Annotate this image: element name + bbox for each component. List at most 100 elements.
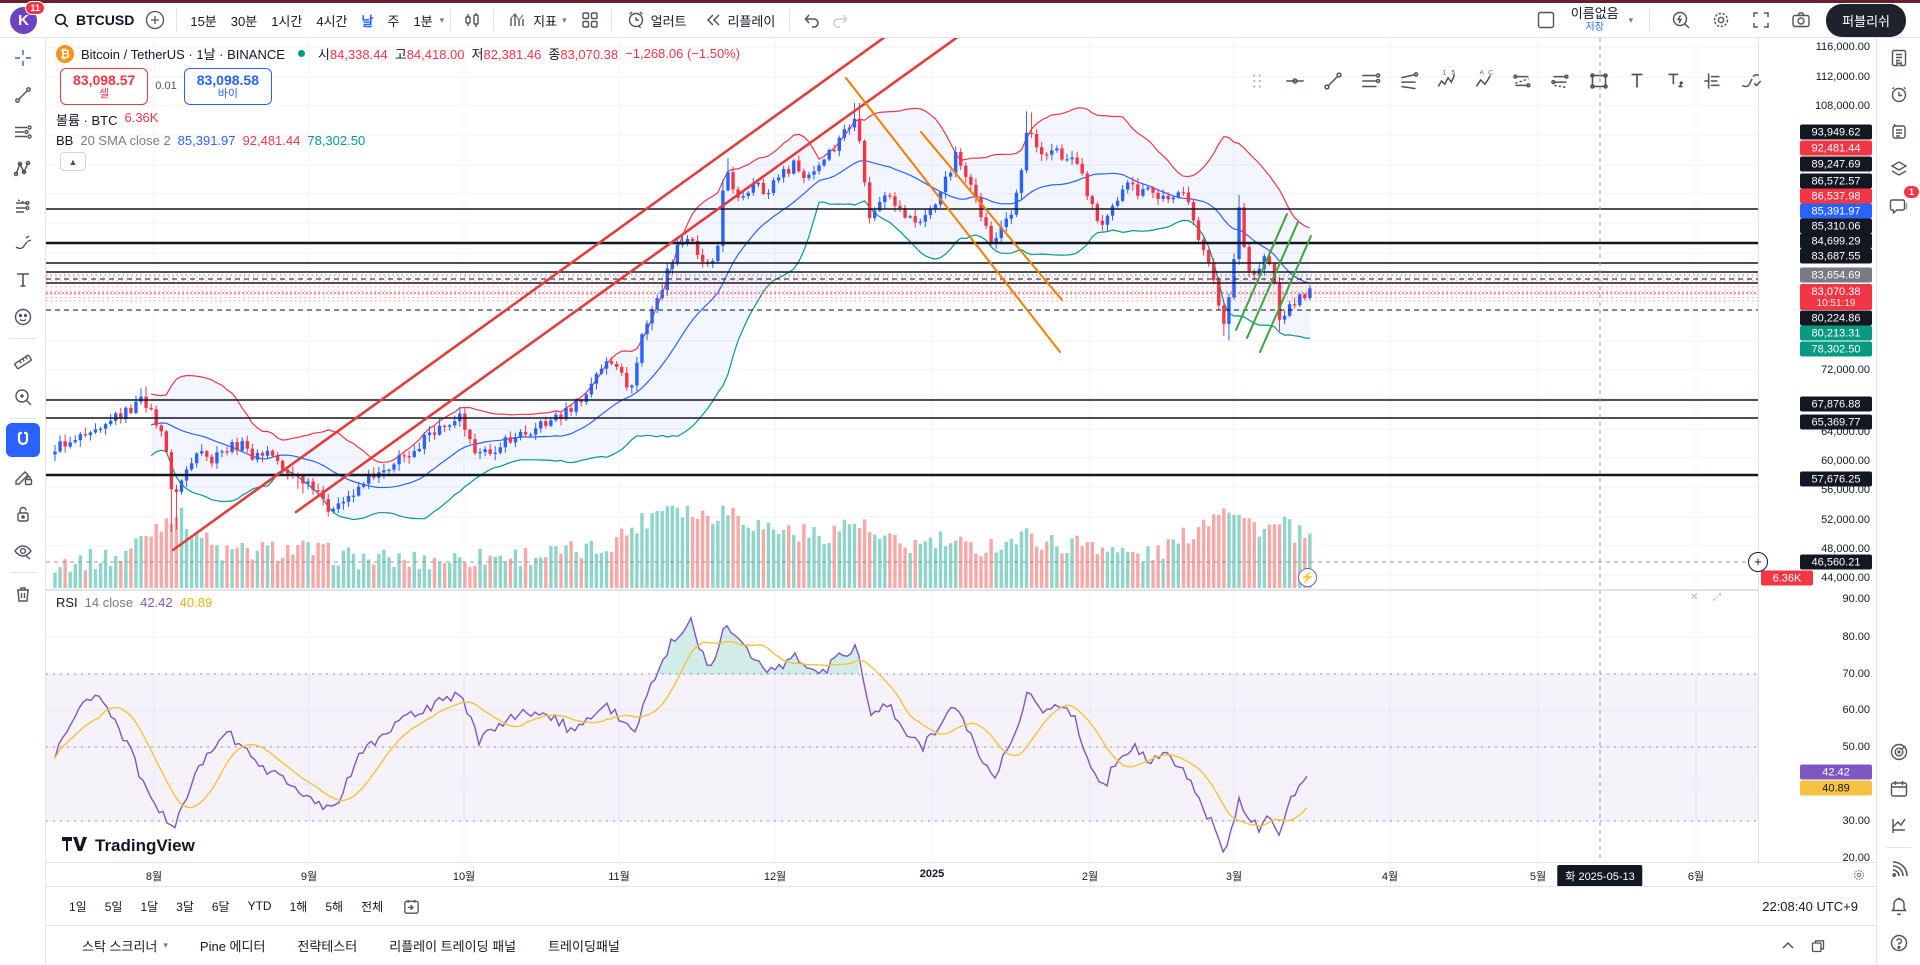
- draw-lock-tool-icon[interactable]: [6, 460, 40, 494]
- price-label[interactable]: 85,391.97: [1800, 203, 1872, 219]
- text-tool-icon[interactable]: [6, 263, 40, 297]
- trend-line-tool[interactable]: [1316, 64, 1350, 98]
- price-label[interactable]: 80,224.86: [1800, 310, 1872, 326]
- interval-1시간[interactable]: 1시간: [264, 11, 309, 30]
- user-avatar[interactable]: K 11: [10, 0, 45, 34]
- price-label[interactable]: 80,213.31: [1800, 325, 1872, 341]
- range-1일[interactable]: 1일: [60, 894, 96, 919]
- interval-1분[interactable]: 1분: [406, 11, 439, 30]
- xabcd-pattern-tool-icon[interactable]: [6, 152, 40, 186]
- rectangle-tool[interactable]: [1582, 64, 1616, 98]
- price-label[interactable]: 65,369.77: [1800, 414, 1872, 430]
- measure-tool-icon[interactable]: [6, 343, 40, 377]
- interval-30분[interactable]: 30분: [224, 11, 264, 30]
- range-1달[interactable]: 1달: [131, 894, 167, 919]
- help-icon[interactable]: [1882, 926, 1916, 960]
- remove-drawings-tool-icon[interactable]: [6, 577, 40, 611]
- legend-collapse-button[interactable]: ▲: [60, 152, 86, 171]
- compare-add-button[interactable]: [140, 5, 170, 35]
- buy-button[interactable]: 83,098.58 바이: [183, 68, 273, 105]
- price-label[interactable]: 6.36K: [1761, 570, 1813, 586]
- price-axis[interactable]: 116,000.00 112,000.00 108,000.00 72,000.00 6…: [1748, 38, 1876, 864]
- clock-utc[interactable]: 22:08:40 UTC+9: [1762, 899, 1876, 914]
- price-label[interactable]: 40.89: [1800, 780, 1872, 796]
- redo-button[interactable]: [826, 5, 856, 35]
- object-tree-icon[interactable]: [1882, 152, 1916, 186]
- range-전체[interactable]: 전체: [352, 894, 392, 919]
- price-label[interactable]: 42.42: [1800, 764, 1872, 780]
- range-YTD[interactable]: YTD: [239, 895, 281, 917]
- interval-dropdown-arrow[interactable]: ▾: [440, 15, 445, 26]
- indicators-dropdown-arrow[interactable]: ▾: [562, 15, 567, 26]
- price-label[interactable]: 85,310.06: [1800, 218, 1872, 234]
- notes-plus-icon[interactable]: [1882, 115, 1916, 149]
- price-label[interactable]: 83,654.69: [1800, 267, 1872, 283]
- goto-date-button[interactable]: [396, 891, 426, 921]
- hide-drawings-tool-icon[interactable]: [6, 534, 40, 568]
- rsi-legend[interactable]: RSI 14 close 42.42 40.89: [56, 595, 212, 610]
- alerts-icon[interactable]: [1882, 78, 1916, 112]
- tab-전략테스터[interactable]: 전략테스터: [283, 930, 371, 961]
- chart-style-button[interactable]: [457, 5, 487, 35]
- interval-4시간[interactable]: 4시간: [309, 11, 354, 30]
- elliott-impulse-tool[interactable]: 15: [1430, 64, 1464, 98]
- trade-panel-icon[interactable]: [1882, 809, 1916, 843]
- sell-button[interactable]: 83,098.57 셀: [60, 68, 149, 105]
- undo-button[interactable]: [796, 5, 826, 35]
- alert-button[interactable]: 얼러트: [618, 5, 695, 35]
- price-label[interactable]: 84,699.29: [1800, 233, 1872, 249]
- tab-리플레이 트레이딩 패널[interactable]: 리플레이 트레이딩 패널: [375, 930, 530, 961]
- screener-radar-icon[interactable]: [1882, 735, 1916, 769]
- drag-handle-tool[interactable]: [1240, 64, 1274, 98]
- calendar-icon[interactable]: [1882, 772, 1916, 806]
- parallel-lines-tool[interactable]: [1354, 64, 1388, 98]
- fullscreen-button[interactable]: [1746, 5, 1776, 35]
- price-label[interactable]: 86,537.98: [1800, 188, 1872, 204]
- publish-button[interactable]: 퍼블리쉬: [1826, 3, 1906, 37]
- chats-icon[interactable]: 1: [1882, 186, 1919, 223]
- multi-lines-tool[interactable]: [1392, 64, 1426, 98]
- tab-Pine 에디터[interactable]: Pine 에디터: [186, 930, 280, 961]
- price-label[interactable]: 57,676.25: [1800, 471, 1872, 487]
- watchlist-icon[interactable]: [1882, 41, 1916, 75]
- interval-주[interactable]: 주: [380, 11, 406, 30]
- snapshot-button[interactable]: [1786, 5, 1816, 35]
- pane-controls[interactable]: ✕ ⤢: [1690, 592, 1727, 603]
- range-3달[interactable]: 3달: [167, 894, 203, 919]
- range-5일[interactable]: 5일: [96, 894, 132, 919]
- emoji-tool-icon[interactable]: [6, 300, 40, 334]
- pattern-bars-tool[interactable]: [1696, 64, 1730, 98]
- panel-collapse-icon[interactable]: [1780, 938, 1796, 954]
- brush-tool-icon[interactable]: [6, 226, 40, 260]
- quick-search-button[interactable]: [1666, 5, 1696, 35]
- price-label[interactable]: 89,247.69: [1800, 156, 1872, 172]
- notifications-bell-icon[interactable]: [1882, 889, 1916, 923]
- interval-15분[interactable]: 15분: [183, 11, 223, 30]
- range-6달[interactable]: 6달: [203, 894, 239, 919]
- horizontal-line-tool[interactable]: [1278, 64, 1312, 98]
- layout-dropdown-arrow[interactable]: ▾: [1629, 15, 1634, 26]
- tab-트레이딩패널[interactable]: 트레이딩패널: [534, 930, 634, 961]
- dashed-pair-tool[interactable]: [1506, 64, 1540, 98]
- indicators-button[interactable]: 지표 ▾: [500, 5, 574, 35]
- text-tool[interactable]: [1620, 64, 1654, 98]
- lock-all-tool-icon[interactable]: [6, 497, 40, 531]
- settings-button[interactable]: [1706, 5, 1736, 35]
- bb-legend[interactable]: BB 20 SMA close 2 85,391.97 92,481.44 78…: [56, 133, 365, 148]
- feeds-icon[interactable]: [1882, 852, 1916, 886]
- price-label[interactable]: 78,302.50: [1800, 341, 1872, 357]
- crosshair-tool-icon[interactable]: [6, 41, 40, 75]
- range-1해[interactable]: 1해: [281, 894, 317, 919]
- magnet-tool-icon[interactable]: [5, 423, 40, 457]
- price-label[interactable]: 93,949.62: [1800, 124, 1872, 140]
- tab-스탁 스크리너[interactable]: 스탁 스크리너 ▾: [68, 930, 182, 961]
- interval-날[interactable]: 날: [355, 11, 381, 30]
- volume-alert-bolt-icon[interactable]: ⚡: [1298, 568, 1317, 587]
- panel-restore-icon[interactable]: [1810, 938, 1826, 954]
- trend-line-tool-icon[interactable]: [6, 78, 40, 112]
- crosshair-add-alert-button[interactable]: +: [1748, 552, 1768, 572]
- tradingview-logo[interactable]: TradingView: [62, 836, 195, 856]
- time-axis[interactable]: 8월 9월 10월 11월 12월 2025 2월 3월 4월 5월 6월 화 2025-05-13: [46, 862, 1758, 887]
- symbol-search-button[interactable]: BTCUSD: [53, 12, 134, 29]
- dashed-pair-2-tool[interactable]: [1544, 64, 1578, 98]
